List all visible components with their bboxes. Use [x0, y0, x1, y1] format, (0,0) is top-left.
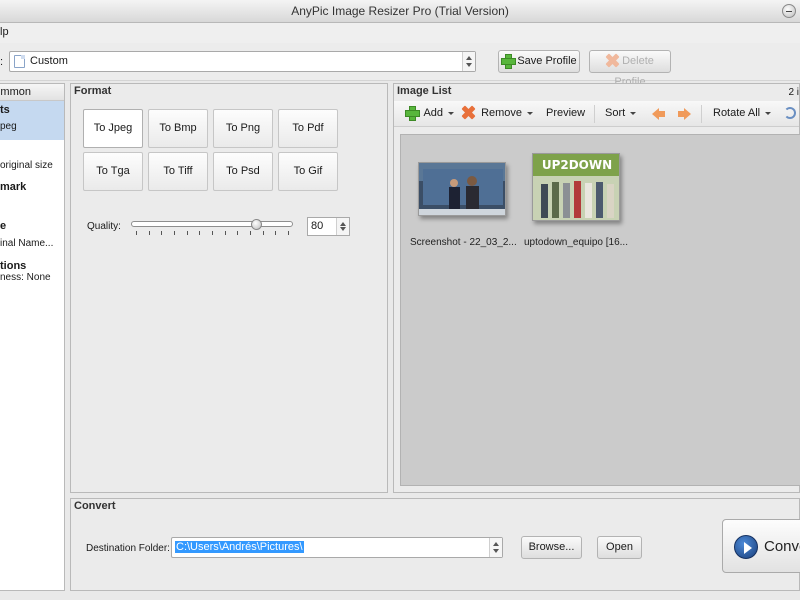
- quality-value-field[interactable]: 80: [307, 217, 350, 236]
- toolbar-separator: [594, 105, 595, 123]
- document-icon: [14, 55, 25, 68]
- profile-bar: : Custom Save Profile Delete Profile: [0, 43, 800, 88]
- slider-tick: [136, 231, 137, 235]
- photo-screenshot-thumbnail: [419, 163, 505, 215]
- profile-label: :: [0, 56, 4, 68]
- image-thumbnail[interactable]: [418, 162, 506, 216]
- quality-slider[interactable]: [131, 221, 293, 227]
- remove-button[interactable]: Remove: [462, 106, 534, 119]
- quality-slider-thumb[interactable]: [251, 219, 263, 230]
- sidebar-item-formats[interactable]: ts: [0, 104, 10, 116]
- menu-help[interactable]: lp: [0, 26, 9, 38]
- sidebar-item-format-value[interactable]: peg: [0, 121, 17, 132]
- destination-folder-label: Destination Folder:: [86, 543, 170, 554]
- to-psd-button[interactable]: To Psd: [213, 152, 273, 191]
- format-title: Format: [74, 85, 112, 97]
- delete-icon: [606, 54, 619, 67]
- destination-folder-field[interactable]: C:\Users\Andrés\Pictures\: [171, 537, 503, 558]
- image-list-toolbar: Add Remove Preview Sort Rotate All: [394, 101, 799, 127]
- convert-button[interactable]: Convert: [722, 519, 800, 573]
- rotate-icon[interactable]: [784, 107, 796, 119]
- sidebar-item-adjust-value[interactable]: ness: None: [0, 272, 51, 283]
- sort-button[interactable]: Sort: [605, 107, 637, 119]
- image-list-area[interactable]: Screenshot - 22_03_2... UP2DOWN uptodown…: [400, 134, 800, 486]
- rotate-all-button[interactable]: Rotate All: [713, 107, 772, 119]
- profile-value: Custom: [30, 55, 68, 67]
- quality-label: Quality:: [87, 221, 121, 232]
- image-caption: uptodown_equipo [16...: [524, 237, 628, 248]
- image-list-title: Image List: [397, 85, 452, 97]
- slider-tick: [186, 231, 188, 235]
- to-png-button[interactable]: To Png: [213, 109, 273, 148]
- image-count: 2 i: [788, 87, 799, 98]
- profile-select[interactable]: Custom: [9, 51, 476, 72]
- open-button[interactable]: Open: [597, 536, 642, 559]
- sidebar-item-adjustments[interactable]: tions: [0, 260, 26, 272]
- move-left-icon[interactable]: [652, 108, 665, 120]
- slider-tick: [250, 231, 251, 235]
- sidebar-header: Common: [0, 84, 64, 101]
- to-jpeg-button[interactable]: To Jpeg: [83, 109, 143, 148]
- move-right-icon[interactable]: [678, 108, 691, 120]
- image-caption: Screenshot - 22_03_2...: [410, 237, 517, 248]
- slider-tick: [237, 231, 239, 235]
- plus-icon: [405, 105, 420, 121]
- save-profile-button[interactable]: Save Profile: [498, 50, 580, 73]
- format-panel: Format To Jpeg To Bmp To Png To Pdf To T…: [70, 83, 388, 493]
- plus-icon: [501, 53, 517, 69]
- toolbar-separator: [701, 105, 702, 123]
- quality-value: 80: [311, 220, 324, 232]
- photo-team-thumbnail: UP2DOWN: [533, 154, 619, 220]
- slider-tick: [288, 231, 289, 235]
- slider-tick: [224, 231, 226, 235]
- sidebar-item-rename[interactable]: e: [0, 220, 6, 232]
- slider-tick: [161, 231, 163, 235]
- window-title: AnyPic Image Resizer Pro (Trial Version): [291, 4, 509, 18]
- menu-bar: lp: [0, 23, 800, 43]
- to-bmp-button[interactable]: To Bmp: [148, 109, 208, 148]
- delete-profile-button[interactable]: Delete Profile: [589, 50, 671, 88]
- play-icon: [734, 535, 758, 559]
- banner-text: UP2DOWN: [542, 158, 612, 172]
- to-pdf-button[interactable]: To Pdf: [278, 109, 338, 148]
- settings-sidebar: Common ts peg original size mark e inal …: [0, 83, 65, 591]
- sidebar-item-size[interactable]: original size: [0, 160, 53, 171]
- preview-button[interactable]: Preview: [546, 107, 585, 119]
- save-profile-label: Save Profile: [517, 55, 577, 67]
- convert-label: Convert: [764, 538, 800, 555]
- quality-stepper[interactable]: [336, 218, 349, 235]
- add-button[interactable]: Add: [405, 105, 455, 121]
- image-list-panel: Image List 2 i Add Remove Preview Sort R…: [393, 83, 800, 493]
- convert-title: Convert: [74, 500, 116, 512]
- slider-tick: [275, 231, 277, 235]
- to-tga-button[interactable]: To Tga: [83, 152, 143, 191]
- destination-folder-value: C:\Users\Andrés\Pictures\: [175, 541, 304, 553]
- image-thumbnail[interactable]: UP2DOWN: [532, 153, 620, 221]
- profile-select-arrows[interactable]: [462, 52, 475, 71]
- browse-button[interactable]: Browse...: [521, 536, 582, 559]
- remove-icon: [462, 106, 475, 119]
- to-gif-button[interactable]: To Gif: [278, 152, 338, 191]
- slider-tick: [262, 231, 264, 235]
- destination-folder-arrows[interactable]: [489, 538, 502, 557]
- slider-tick: [199, 231, 201, 235]
- convert-panel: Convert Destination Folder: C:\Users\And…: [70, 498, 800, 591]
- slider-tick: [212, 231, 213, 235]
- sidebar-item-rename-value[interactable]: inal Name...: [0, 238, 53, 249]
- sidebar-item-watermark[interactable]: mark: [0, 181, 26, 193]
- minimize-button[interactable]: [782, 4, 796, 18]
- to-tiff-button[interactable]: To Tiff: [148, 152, 208, 191]
- slider-tick: [148, 231, 150, 235]
- slider-tick: [174, 231, 175, 235]
- title-bar: AnyPic Image Resizer Pro (Trial Version): [0, 0, 800, 23]
